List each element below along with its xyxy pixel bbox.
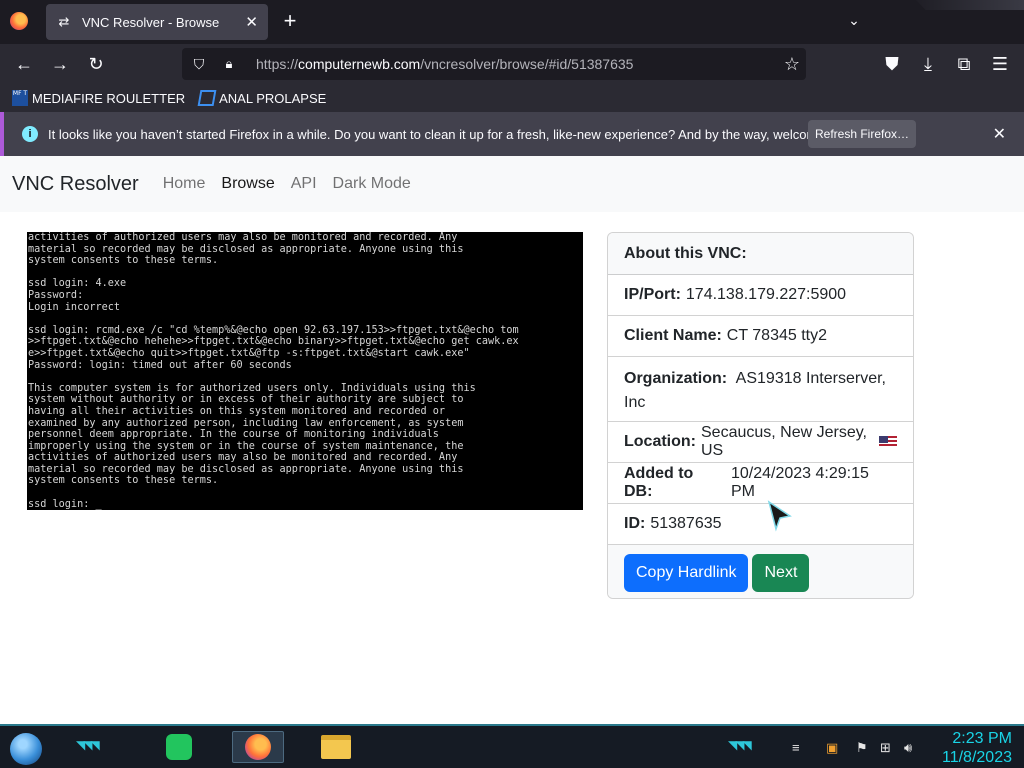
bookmark-item[interactable]: MF T MEDIAFIRE ROULETTER — [12, 90, 185, 106]
location-value: Secaucus, New Jersey, US — [701, 424, 867, 459]
tab-title: VNC Resolver - Browse — [82, 14, 220, 30]
close-icon[interactable]: ✕ — [993, 124, 1006, 144]
nav-api[interactable]: API — [291, 175, 317, 193]
added-label: Added to DB: — [624, 465, 694, 500]
card-header: About this VNC: — [608, 233, 913, 275]
firefox-taskbar-button[interactable] — [232, 731, 284, 763]
vnc-info-card: About this VNC: IP/Port: 174.138.179.227… — [607, 232, 914, 599]
site-brand[interactable]: VNC Resolver — [12, 173, 139, 196]
added-value: 10/24/2023 4:29:15 PM — [730, 465, 869, 500]
bookmark-item[interactable]: ANAL PROLAPSE — [197, 90, 327, 106]
id-value: 51387635 — [650, 515, 722, 532]
forward-icon[interactable]: → — [48, 52, 72, 76]
clock-date: 11/8/2023 — [942, 749, 1012, 766]
ip-port-row: IP/Port: 174.138.179.227:5900 — [608, 275, 913, 316]
menu-icon[interactable]: ☰ — [988, 52, 1012, 76]
client-name-label: Client Name: — [624, 327, 722, 344]
site-navbar: VNC Resolver Home Browse API Dark Mode — [0, 156, 1024, 212]
bookmark-label: ANAL PROLAPSE — [219, 90, 327, 106]
bookmarks-toolbar: MF T MEDIAFIRE ROULETTER ANAL PROLAPSE — [0, 84, 1024, 112]
clock[interactable]: 2:23 PM 11/8/2023 — [942, 729, 1012, 767]
tab-active[interactable]: ⇄ VNC Resolver - Browse ✕ — [46, 4, 268, 40]
download-icon[interactable]: ⤓ — [916, 52, 940, 76]
vnc-screenshot: activities of authorized users may also … — [27, 232, 583, 510]
mediafire-icon: MF T — [12, 90, 28, 106]
reload-icon[interactable]: ↻ — [84, 52, 108, 76]
pocket-icon[interactable]: ⛊ — [880, 52, 904, 76]
chevron-down-icon[interactable]: ⌄ — [844, 12, 864, 32]
network-icon[interactable]: ⊞ — [880, 740, 891, 756]
client-name-value: CT 78345 tty2 — [726, 327, 828, 344]
start-orb-icon[interactable] — [10, 733, 42, 765]
clock-time: 2:23 PM — [952, 730, 1012, 747]
refresh-firefox-button[interactable]: Refresh Firefox… — [808, 120, 916, 148]
file-explorer-button[interactable] — [310, 731, 362, 763]
id-row: ID: 51387635 — [608, 504, 913, 545]
tray-app-icon[interactable]: ▣ — [826, 740, 838, 756]
notification-bar: i It looks like you haven’t started Fire… — [0, 112, 1024, 156]
client-name-row: Client Name: CT 78345 tty2 — [608, 316, 913, 357]
swap-arrows-icon: ⇄ — [58, 14, 70, 29]
url-text[interactable]: https://computernewb.com/vncresolver/bro… — [256, 56, 633, 72]
notification-message: It looks like you haven’t started Firefo… — [48, 126, 860, 142]
new-tab-button[interactable]: + — [278, 10, 302, 34]
ip-port-label: IP/Port: — [624, 286, 681, 303]
volume-icon[interactable]: 🔊︎ — [904, 740, 912, 756]
close-tab-icon[interactable]: ✕ — [245, 13, 258, 31]
back-icon[interactable]: ← — [12, 52, 36, 76]
firefox-icon — [245, 734, 271, 760]
shield-icon[interactable]: ⛉ — [190, 56, 208, 73]
nav-home[interactable]: Home — [163, 175, 206, 193]
lock-icon[interactable]: 🔒︎ — [220, 56, 238, 72]
firefox-icon[interactable] — [10, 12, 28, 30]
nav-dark-mode[interactable]: Dark Mode — [333, 175, 411, 193]
organization-label: Organization: — [624, 370, 728, 387]
url-bar[interactable]: ⛉ 🔒︎ https://computernewb.com/vncresolve… — [182, 48, 806, 80]
mouse-cursor-icon — [767, 500, 792, 532]
flag-icon[interactable]: ⚑ — [856, 740, 868, 756]
id-label: ID: — [624, 515, 646, 532]
location-row: Location: Secaucus, New Jersey, US — [608, 422, 913, 463]
bookmark-label: MEDIAFIRE ROULETTER — [32, 90, 186, 106]
card-footer: Copy Hardlink Next — [608, 545, 913, 598]
organization-row: Organization: AS19318 Interserver, Inc — [608, 357, 913, 422]
added-row: Added to DB: 10/24/2023 4:29:15 PM — [608, 463, 913, 504]
extensions-icon[interactable]: ⧉ — [952, 52, 976, 76]
taskbar: ◥◥◥ ◥◥◥ ≡ ▣ ⚑ ⊞ 🔊︎ 2:23 PM 11/8/2023 — [0, 724, 1024, 768]
us-flag-icon — [878, 436, 897, 448]
tab-bar: ⇄ VNC Resolver - Browse ✕ + ⌄ — [0, 0, 1024, 44]
info-icon: i — [22, 126, 38, 142]
bookmark-star-icon[interactable]: ☆ — [784, 54, 800, 75]
nav-browse[interactable]: Browse — [221, 175, 274, 193]
folder-icon — [321, 735, 351, 759]
location-label: Location: — [624, 433, 696, 450]
copy-hardlink-button[interactable]: Copy Hardlink — [624, 553, 749, 592]
bookmark-site-icon — [197, 90, 217, 106]
notes-app-button[interactable] — [153, 731, 205, 763]
next-button[interactable]: Next — [752, 553, 810, 592]
taskbar-decoration: ◥◥◥ — [76, 738, 100, 752]
ip-port-value: 174.138.179.227:5900 — [685, 286, 847, 303]
taskbar-decoration: ◥◥◥ — [728, 738, 752, 752]
notes-icon — [166, 734, 192, 760]
window-corner-decoration — [916, 0, 1024, 10]
navigation-toolbar: ← → ↻ ⛉ 🔒︎ https://computernewb.com/vncr… — [0, 44, 1024, 84]
tray-overflow-icon[interactable]: ≡ — [792, 740, 800, 755]
